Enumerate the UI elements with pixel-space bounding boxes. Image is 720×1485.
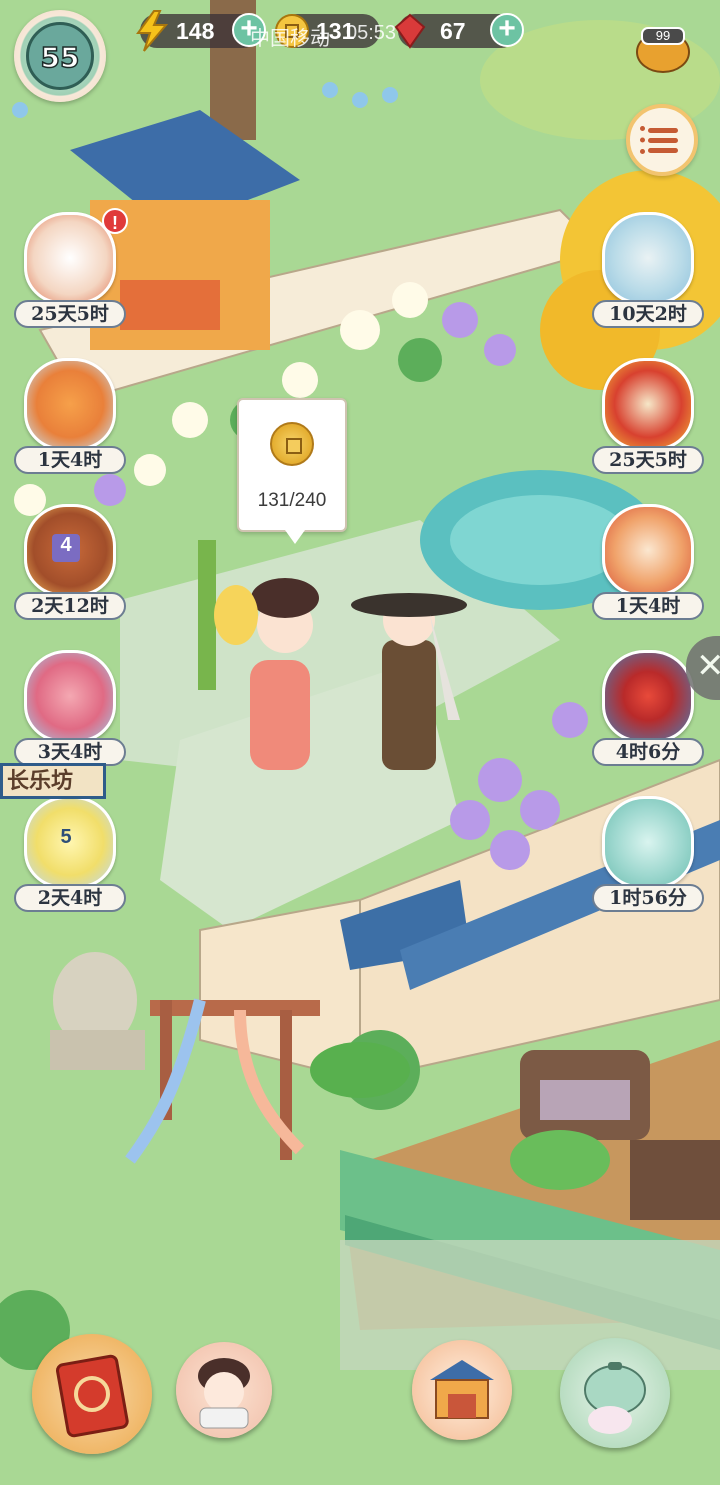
alert-badge: !: [102, 208, 128, 234]
menu-button[interactable]: [626, 104, 698, 176]
lightning-icon: [136, 10, 169, 52]
event-letters[interactable]: ! 25天5时: [14, 208, 128, 330]
battery-level: 99: [655, 28, 671, 43]
coin-progress: 131/240: [257, 490, 327, 511]
cat-clouds-icon: [602, 212, 694, 304]
energy-value: 148: [176, 18, 215, 44]
pink-wheel-icon: [24, 650, 116, 742]
clock-label: 05:53: [346, 22, 397, 44]
event-jar[interactable]: 5 2天4时: [14, 796, 126, 914]
event-timer: 1天4时: [14, 446, 126, 474]
journal-button[interactable]: [32, 1334, 152, 1454]
event-cat-clouds[interactable]: 10天2时: [592, 212, 704, 330]
event-timer: 2天4时: [14, 884, 126, 912]
fox-icon: [24, 358, 116, 450]
gems-value: 67: [440, 18, 466, 44]
lady-portrait-icon: [198, 1358, 250, 1429]
add-gems-button[interactable]: +: [490, 13, 524, 47]
tea-house-button[interactable]: [560, 1338, 670, 1448]
list-icon: [640, 126, 651, 154]
event-timer: 1天4时: [592, 592, 704, 620]
coins-scroll-icon: [602, 358, 694, 450]
menu-line: [648, 138, 678, 143]
coin-collect-bubble[interactable]: 131/240: [237, 398, 347, 544]
event-fox[interactable]: 1天4时: [14, 358, 126, 476]
event-lucky-cat[interactable]: 1天4时: [592, 504, 704, 622]
event-wheel[interactable]: 3天4时: [14, 650, 126, 768]
event-timer: 10天2时: [592, 300, 704, 328]
menu-line: [648, 128, 678, 133]
player-level: 55: [40, 40, 80, 75]
lucky-cat-icon: [602, 504, 694, 596]
chest-count-badge: 4: [52, 534, 80, 562]
coin-icon: [270, 422, 314, 466]
shop-stall-icon: [430, 1360, 494, 1419]
event-chest[interactable]: 4 2天12时: [14, 504, 126, 622]
shop-button[interactable]: [412, 1340, 512, 1440]
event-timer: 25天5时: [14, 300, 126, 328]
event-timer: 4时6分: [592, 738, 704, 766]
level-ring: 55: [26, 22, 94, 90]
red-book-icon: [56, 1354, 129, 1438]
gift-box-cat-icon: [602, 796, 694, 888]
teapot-rabbit-icon: [584, 1362, 646, 1434]
treasure-pot-button[interactable]: 99: [628, 14, 698, 76]
event-timer: 2天12时: [14, 592, 126, 620]
carrier-label: 中国移动: [250, 28, 330, 50]
event-timer: 25天5时: [592, 446, 704, 474]
shop-sign: 长乐坊: [0, 763, 106, 799]
event-coins-scroll[interactable]: 25天5时: [592, 358, 704, 476]
event-gift-box[interactable]: 1时56分: [592, 796, 704, 914]
menu-line: [648, 148, 678, 153]
player-level-badge[interactable]: 55: [14, 10, 106, 102]
pot-icon: [636, 27, 690, 73]
red-fan-icon: [602, 650, 694, 742]
jar-count-badge: 5: [60, 826, 72, 848]
energy-counter: 148 +: [136, 10, 266, 52]
event-timer: 3天4时: [14, 738, 126, 766]
character-button[interactable]: [176, 1342, 272, 1438]
event-timer: 1时56分: [592, 884, 704, 912]
close-icon: ✕: [696, 647, 720, 685]
gem-counter: 67 +: [394, 13, 524, 49]
